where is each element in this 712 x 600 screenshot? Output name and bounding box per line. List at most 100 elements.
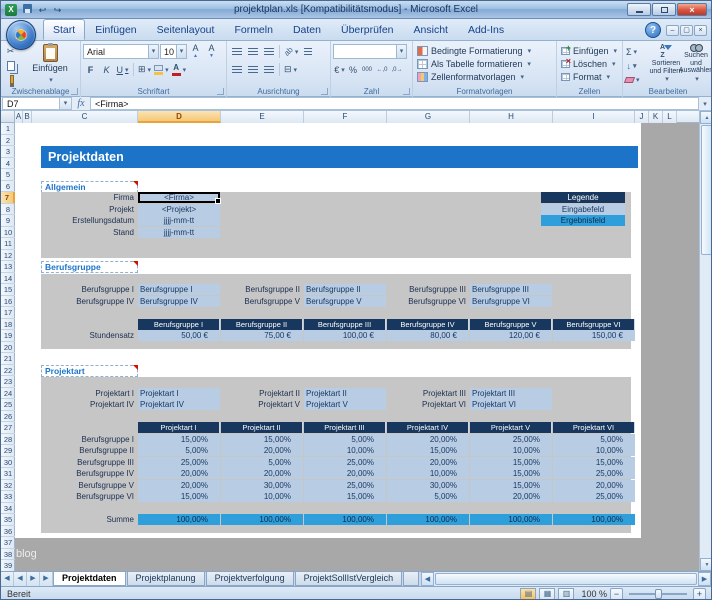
matrix-cell-3-0[interactable]: 20,00% bbox=[138, 468, 220, 479]
summe-value-5[interactable]: 100,00% bbox=[553, 514, 635, 525]
name-box-dropdown-icon[interactable]: ▾ bbox=[60, 97, 72, 110]
matrix-cell-5-1[interactable]: 10,00% bbox=[221, 491, 303, 502]
copy-button[interactable] bbox=[3, 58, 18, 73]
projektart-pair-input-2[interactable]: Projektart III bbox=[470, 388, 552, 399]
align-center-button[interactable] bbox=[245, 62, 260, 77]
matrix-cell-4-1[interactable]: 30,00% bbox=[221, 480, 303, 491]
format-as-table-button[interactable]: Als Tabelle formatieren bbox=[417, 58, 531, 70]
matrix-cell-5-5[interactable]: 25,00% bbox=[553, 491, 635, 502]
help-button[interactable]: ? bbox=[645, 22, 661, 38]
matrix-cell-4-2[interactable]: 25,00% bbox=[304, 480, 386, 491]
save-button[interactable] bbox=[20, 3, 35, 17]
align-top-button[interactable] bbox=[229, 44, 244, 59]
format-painter-button[interactable] bbox=[4, 72, 19, 87]
summe-value-1[interactable]: 100,00% bbox=[221, 514, 303, 525]
underline-button[interactable]: U bbox=[115, 62, 130, 77]
section-heading-berufsgruppe[interactable]: Berufsgruppe bbox=[41, 261, 138, 273]
ribbon-tab-überprüfen[interactable]: Überprüfen bbox=[331, 19, 404, 40]
matrix-cell-5-2[interactable]: 15,00% bbox=[304, 491, 386, 502]
projektart-pair-input-5[interactable]: Projektart VI bbox=[470, 399, 552, 410]
sheet-tab-projektverfolgung[interactable]: Projektverfolgung bbox=[206, 572, 294, 586]
workbook-minimize-button[interactable]: – bbox=[666, 25, 679, 36]
fill-color-button[interactable] bbox=[153, 62, 170, 77]
horizontal-scrollbar[interactable]: ◀ ▶ bbox=[421, 572, 711, 586]
font-color-button[interactable]: A bbox=[171, 62, 188, 77]
matrix-cell-2-0[interactable]: 25,00% bbox=[138, 457, 220, 468]
matrix-cell-1-1[interactable]: 20,00% bbox=[221, 445, 303, 456]
italic-button[interactable]: K bbox=[99, 62, 114, 77]
workbook-restore-button[interactable]: ▢ bbox=[680, 25, 693, 36]
ribbon-tab-einfügen[interactable]: Einfügen bbox=[85, 19, 146, 40]
align-middle-button[interactable] bbox=[245, 44, 260, 59]
matrix-cell-2-3[interactable]: 20,00% bbox=[387, 457, 469, 468]
conditional-formatting-button[interactable]: Bedingte Formatierung bbox=[417, 45, 531, 57]
projektart-pair-input-0[interactable]: Projektart I bbox=[138, 388, 220, 399]
dialog-launcher-alignment[interactable] bbox=[321, 88, 328, 95]
matrix-cell-2-4[interactable]: 15,00% bbox=[470, 457, 552, 468]
align-left-button[interactable] bbox=[229, 62, 244, 77]
matrix-cell-2-5[interactable]: 15,00% bbox=[553, 457, 635, 468]
zoom-in-button[interactable]: + bbox=[693, 588, 706, 600]
formula-input[interactable]: <Firma> bbox=[90, 97, 699, 110]
matrix-cell-1-2[interactable]: 10,00% bbox=[304, 445, 386, 456]
matrix-cell-2-2[interactable]: 25,00% bbox=[304, 457, 386, 468]
matrix-cell-0-5[interactable]: 5,00% bbox=[553, 434, 635, 445]
matrix-cell-5-0[interactable]: 15,00% bbox=[138, 491, 220, 502]
font-name-combo[interactable]: Arial▾ bbox=[83, 44, 159, 59]
name-box[interactable]: D7 bbox=[2, 97, 60, 110]
matrix-cell-4-0[interactable]: 20,00% bbox=[138, 480, 220, 491]
format-cells-button[interactable]: Format bbox=[561, 71, 610, 83]
field-value-2[interactable]: jjjj-mm-tt bbox=[138, 215, 220, 226]
summe-value-2[interactable]: 100,00% bbox=[304, 514, 386, 525]
berufsgruppe-pair-input-3[interactable]: Berufsgruppe IV bbox=[138, 296, 220, 307]
font-size-combo[interactable]: 10▾ bbox=[160, 44, 187, 59]
ribbon-tab-formeln[interactable]: Formeln bbox=[224, 19, 283, 40]
borders-button[interactable]: ⊞ bbox=[137, 62, 152, 77]
stundensatz-value-3[interactable]: 80,00 € bbox=[387, 330, 469, 341]
number-format-combo[interactable]: ▾ bbox=[333, 44, 407, 59]
sheet-tab-projektsollistvergleich[interactable]: ProjektSollIstVergleich bbox=[295, 572, 403, 586]
matrix-cell-5-4[interactable]: 20,00% bbox=[470, 491, 552, 502]
scroll-down-button[interactable]: ▼ bbox=[700, 558, 712, 571]
matrix-cell-5-3[interactable]: 5,00% bbox=[387, 491, 469, 502]
wrap-text-button[interactable] bbox=[300, 44, 315, 59]
autosum-button[interactable]: Σ bbox=[624, 44, 639, 59]
align-right-button[interactable] bbox=[261, 62, 276, 77]
projektart-pair-input-3[interactable]: Projektart IV bbox=[138, 399, 220, 410]
stundensatz-value-5[interactable]: 150,00 € bbox=[553, 330, 635, 341]
field-value-3[interactable]: jjjj-mm-tt bbox=[138, 227, 220, 238]
previous-sheet-button[interactable]: ◀ bbox=[14, 572, 27, 586]
redo-button[interactable]: ↪ bbox=[50, 3, 65, 17]
matrix-cell-0-4[interactable]: 25,00% bbox=[470, 434, 552, 445]
summe-value-4[interactable]: 100,00% bbox=[470, 514, 552, 525]
matrix-cell-2-1[interactable]: 5,00% bbox=[221, 457, 303, 468]
shrink-font-button[interactable]: A▼ bbox=[204, 44, 219, 59]
ribbon-tab-start[interactable]: Start bbox=[43, 19, 85, 40]
increase-decimal-button[interactable]: ←,0 bbox=[375, 62, 389, 77]
view-normal-button[interactable]: ▤ bbox=[520, 588, 536, 600]
insert-function-button[interactable]: fx bbox=[72, 98, 90, 109]
last-sheet-button[interactable]: ▶ bbox=[40, 572, 53, 586]
paste-button[interactable]: Einfügen bbox=[25, 44, 75, 84]
matrix-cell-1-5[interactable]: 10,00% bbox=[553, 445, 635, 456]
field-value-1[interactable]: <Projekt> bbox=[138, 204, 220, 215]
view-page-break-button[interactable]: ▥ bbox=[558, 588, 574, 600]
dialog-launcher-number[interactable] bbox=[403, 88, 410, 95]
grow-font-button[interactable]: A▲ bbox=[188, 44, 203, 59]
minimize-button[interactable] bbox=[627, 3, 651, 16]
office-button[interactable] bbox=[6, 20, 36, 50]
scroll-left-button[interactable]: ◀ bbox=[421, 572, 434, 586]
stundensatz-value-1[interactable]: 75,00 € bbox=[221, 330, 303, 341]
horizontal-scroll-thumb[interactable] bbox=[435, 573, 697, 585]
insert-worksheet-tab[interactable] bbox=[403, 572, 419, 586]
dialog-launcher-font[interactable] bbox=[217, 88, 224, 95]
dialog-launcher-clipboard[interactable] bbox=[71, 88, 78, 95]
font-size-dropdown-icon[interactable]: ▾ bbox=[176, 45, 186, 58]
matrix-cell-3-3[interactable]: 10,00% bbox=[387, 468, 469, 479]
matrix-cell-1-0[interactable]: 5,00% bbox=[138, 445, 220, 456]
align-bottom-button[interactable] bbox=[261, 44, 276, 59]
matrix-cell-0-0[interactable]: 15,00% bbox=[138, 434, 220, 445]
find-select-button[interactable]: Suchen und Auswählen bbox=[679, 44, 712, 83]
ribbon-tab-ansicht[interactable]: Ansicht bbox=[404, 19, 458, 40]
matrix-cell-3-5[interactable]: 25,00% bbox=[553, 468, 635, 479]
